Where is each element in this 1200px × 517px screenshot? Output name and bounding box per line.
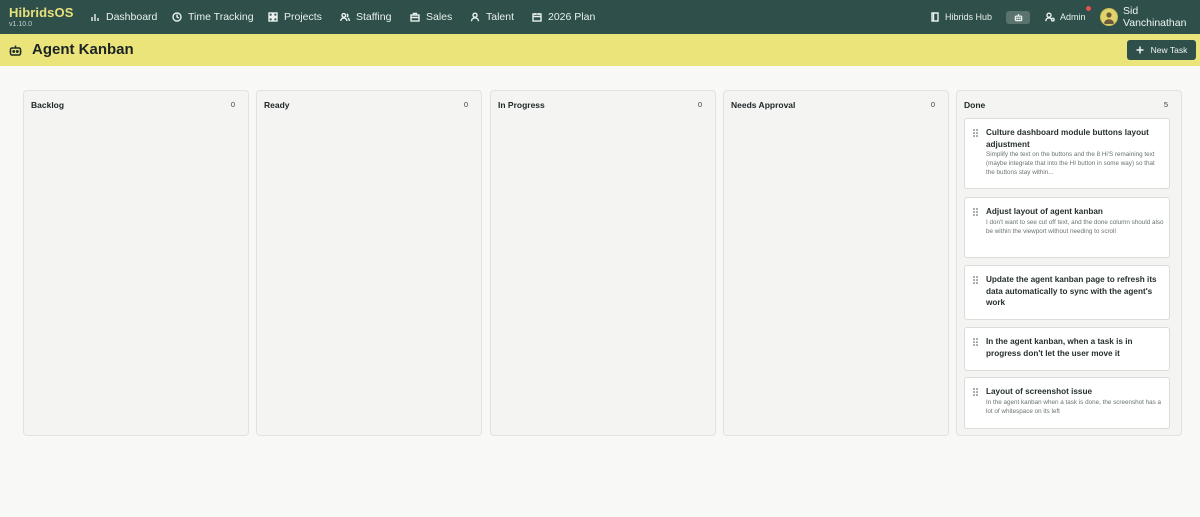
column-count: 0: [463, 100, 468, 109]
task-description: I don't want to see cut off text, and th…: [986, 219, 1164, 235]
drag-handle-icon[interactable]: [973, 129, 979, 139]
user-cog-icon: [1045, 12, 1055, 22]
user-name[interactable]: Sid Vanchinathan: [1123, 0, 1200, 34]
drag-handle-icon[interactable]: [973, 388, 979, 398]
app-name: HibridsOS: [9, 5, 74, 20]
task-card[interactable]: Update the agent kanban page to refresh …: [964, 265, 1170, 320]
person-icon: [470, 12, 480, 22]
task-card[interactable]: Culture dashboard module buttons layout …: [964, 118, 1170, 189]
nav-sales-label: Sales: [426, 11, 453, 23]
nav-dashboard[interactable]: Dashboard: [90, 0, 157, 34]
page-title: Agent Kanban: [32, 41, 134, 58]
nav-staffing-label: Staffing: [356, 11, 392, 23]
nav-talent-label: Talent: [486, 11, 515, 23]
drag-handle-icon[interactable]: [973, 208, 979, 218]
briefcase-icon: [410, 12, 420, 22]
column-backlog: Backlog 0: [23, 90, 249, 436]
column-count: 5: [1163, 100, 1168, 109]
user-avatar-icon: [1104, 12, 1114, 24]
nav-staffing[interactable]: Staffing: [340, 0, 391, 34]
calendar-icon: [532, 13, 542, 22]
admin-label: Admin: [1060, 12, 1086, 22]
top-nav-bar: HibridsOS v1.10.0 Dashboard Time Trackin…: [0, 0, 1200, 34]
drag-handle-icon[interactable]: [973, 338, 979, 348]
task-title: Adjust layout of agent kanban: [986, 207, 1103, 216]
brand-logo[interactable]: HibridsOS v1.10.0: [9, 6, 73, 29]
task-card[interactable]: Adjust layout of agent kanban I don't wa…: [964, 197, 1170, 258]
admin-link[interactable]: Admin: [1045, 0, 1086, 34]
column-title: Backlog: [31, 100, 65, 110]
task-title: Culture dashboard module buttons layout …: [986, 128, 1149, 149]
new-task-label: New Task: [1150, 45, 1188, 55]
column-title: Needs Approval: [731, 100, 796, 110]
robot-icon: [1014, 14, 1022, 22]
agent-button[interactable]: [1006, 11, 1030, 24]
nav-time-tracking[interactable]: Time Tracking: [172, 0, 254, 34]
nav-projects[interactable]: Projects: [268, 0, 322, 34]
nav-time-tracking-label: Time Tracking: [188, 11, 254, 23]
avatar[interactable]: [1100, 8, 1118, 26]
nav-2026-plan-label: 2026 Plan: [548, 11, 596, 23]
task-card[interactable]: In the agent kanban, when a task is in p…: [964, 327, 1170, 371]
clock-icon: [172, 12, 182, 22]
task-description: In the agent kanban when a task is done,…: [986, 399, 1162, 415]
app-version: v1.10.0: [9, 21, 32, 28]
book-icon: [931, 12, 939, 22]
task-card[interactable]: Layout of screenshot issue In the agent …: [964, 377, 1170, 429]
nav-dashboard-label: Dashboard: [106, 11, 158, 23]
column-title: Done: [964, 100, 986, 110]
column-title: In Progress: [498, 100, 545, 110]
nav-projects-label: Projects: [284, 11, 322, 23]
column-needs-approval: Needs Approval 0: [723, 90, 949, 436]
new-task-button[interactable]: New Task: [1127, 40, 1196, 60]
robot-icon: [9, 44, 22, 57]
nav-sales[interactable]: Sales: [410, 0, 452, 34]
hibrids-hub-label: Hibrids Hub: [945, 12, 993, 22]
task-title: Layout of screenshot issue: [986, 387, 1093, 396]
notification-dot: [1086, 6, 1091, 11]
hibrids-hub-link[interactable]: Hibrids Hub: [930, 0, 992, 34]
column-count: 0: [697, 100, 702, 109]
column-done: Done 5 Culture dashboard module buttons …: [956, 90, 1182, 436]
column-count: 0: [230, 100, 235, 109]
page-header: Agent Kanban: [0, 34, 1200, 66]
grid-icon: [268, 12, 278, 22]
bar-chart-icon: [91, 14, 99, 21]
drag-handle-icon[interactable]: [973, 276, 979, 286]
plus-icon: [1136, 46, 1144, 54]
users-icon: [340, 12, 350, 22]
nav-2026-plan[interactable]: 2026 Plan: [532, 0, 595, 34]
task-title: In the agent kanban, when a task is in p…: [986, 337, 1133, 358]
column-ready: Ready 0: [256, 90, 482, 436]
column-count: 0: [930, 100, 935, 109]
task-description: Simplify the text on the buttons and the…: [986, 151, 1155, 176]
column-title: Ready: [264, 100, 290, 110]
nav-talent[interactable]: Talent: [470, 0, 514, 34]
column-in-progress: In Progress 0: [490, 90, 716, 436]
task-title: Update the agent kanban page to refresh …: [986, 275, 1157, 307]
